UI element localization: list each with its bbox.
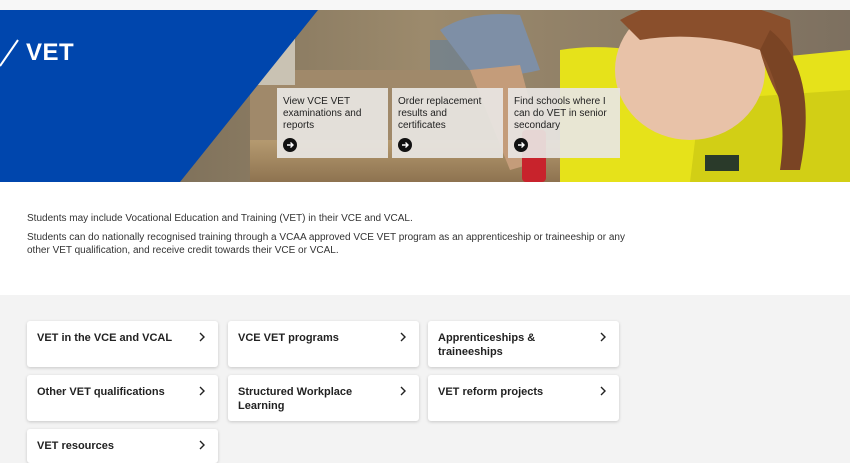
intro-paragraph: Students may include Vocational Educatio…: [27, 213, 413, 224]
hero-banner: VET View VCE VET examinations and report…: [0, 10, 850, 182]
quick-link-label: Order replacement results and certificat…: [398, 96, 482, 131]
nav-card-apprenticeships[interactable]: Apprenticeships & traineeships: [428, 321, 619, 367]
nav-card-vce-vet-programs[interactable]: VCE VET programs: [228, 321, 419, 367]
nav-card-structured-workplace-learning[interactable]: Structured Workplace Learning: [228, 375, 419, 421]
chevron-right-icon: [600, 332, 606, 342]
nav-card-label: Apprenticeships & traineeships: [438, 332, 536, 358]
nav-card-vet-resources[interactable]: VET resources: [27, 429, 218, 463]
chevron-right-icon: [199, 332, 205, 342]
nav-card-label: VET resources: [37, 440, 115, 452]
quick-link-vet-exams[interactable]: View VCE VET examinations and reports: [277, 88, 388, 158]
intro-text: Students may include Vocational Educatio…: [27, 212, 627, 263]
nav-card-label: Other VET qualifications: [37, 386, 165, 398]
arrow-right-icon: [283, 138, 297, 152]
quick-link-order-results[interactable]: Order replacement results and certificat…: [392, 88, 503, 158]
page-title: VET: [26, 39, 75, 66]
nav-card-vet-reform-projects[interactable]: VET reform projects: [428, 375, 619, 421]
top-strip: [0, 0, 850, 10]
chevron-right-icon: [400, 332, 406, 342]
intro-paragraph: Students can do nationally recognised tr…: [27, 232, 625, 256]
nav-card-label: VET in the VCE and VCAL: [37, 332, 173, 344]
arrow-right-icon: [398, 138, 412, 152]
nav-card-other-vet-qualifications[interactable]: Other VET qualifications: [27, 375, 218, 421]
chevron-right-icon: [400, 386, 406, 396]
nav-card-vet-in-vce-vcal[interactable]: VET in the VCE and VCAL: [27, 321, 218, 367]
chevron-right-icon: [199, 440, 205, 450]
chevron-right-icon: [600, 386, 606, 396]
quick-link-label: Find schools where I can do VET in senio…: [514, 96, 607, 131]
nav-card-label: VCE VET programs: [238, 332, 339, 344]
arrow-right-icon: [514, 138, 528, 152]
nav-card-label: Structured Workplace Learning: [238, 386, 353, 412]
quick-link-label: View VCE VET examinations and reports: [283, 96, 362, 131]
quick-link-find-schools[interactable]: Find schools where I can do VET in senio…: [508, 88, 620, 158]
nav-card-label: VET reform projects: [438, 386, 544, 398]
slash-decoration-icon: [0, 39, 19, 67]
hero-heading: VET: [0, 38, 74, 68]
chevron-right-icon: [199, 386, 205, 396]
